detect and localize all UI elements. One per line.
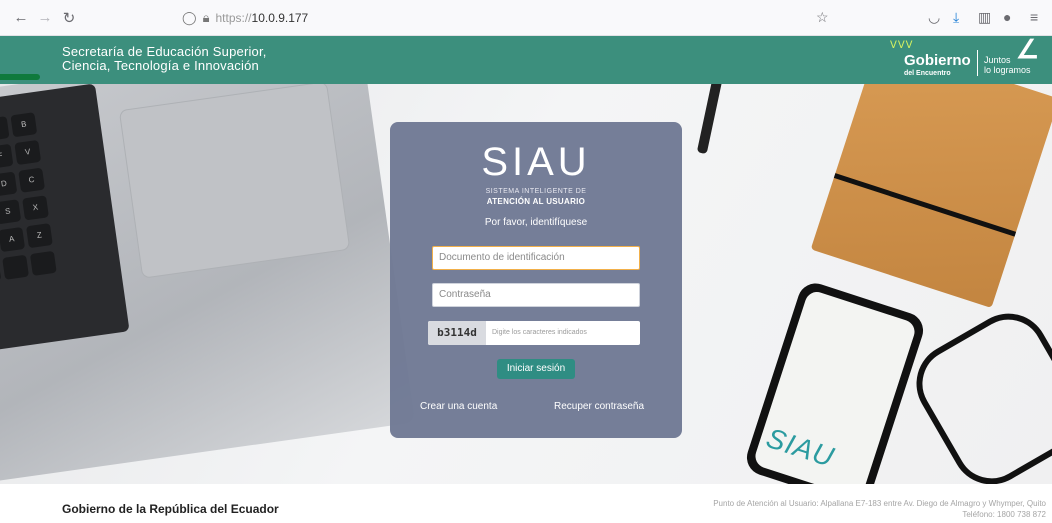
- captcha-input[interactable]: Digite los caracteres indicados: [490, 321, 638, 345]
- laptop-image: T G B R F V E D C W S X Q A Z: [0, 84, 416, 483]
- login-button[interactable]: Iniciar sesión: [497, 359, 575, 379]
- login-card: SIAU SISTEMA INTELIGENTE DE ATENCIÓN AL …: [390, 122, 682, 438]
- slash-icon: ∠: [1016, 34, 1040, 64]
- download-icon[interactable]: ⤓: [953, 9, 959, 26]
- pen-image: [696, 84, 724, 155]
- create-account-link[interactable]: Crear una cuenta: [420, 401, 497, 412]
- pocket-icon[interactable]: ◡: [928, 9, 940, 26]
- password-input[interactable]: Contraseña: [432, 283, 640, 307]
- footer-address-line1: Punto de Atención al Usuario: Alpallana …: [713, 499, 1046, 508]
- gov-tag-line2: lo logramos: [984, 65, 1031, 75]
- site-title-line2: Ciencia, Tecnología e Innovación: [62, 58, 259, 73]
- phone-logo-text: SIAU: [762, 421, 839, 473]
- header-swoosh: [0, 74, 40, 80]
- footer-title: Gobierno de la República del Ecuador: [62, 502, 279, 516]
- url-protocol: https://: [215, 11, 252, 25]
- address-bar[interactable]: ◯ 🔒︎ https://10.0.9.177: [182, 9, 308, 27]
- forward-icon[interactable]: →: [36, 9, 54, 26]
- site-header: Secretaría de Educación Superior, Cienci…: [0, 34, 1052, 84]
- stars-icon: ᐯᐯᐯ: [890, 40, 914, 51]
- site-title[interactable]: Secretaría de Educación Superior, Cienci…: [62, 45, 267, 73]
- logo-subtitle-line1: SISTEMA INTELIGENTE DE: [485, 188, 587, 195]
- footer-address-line2: Teléfono: 1800 738 872: [962, 510, 1046, 519]
- logo-subtitle-line2: ATENCIÓN AL USUARIO: [486, 197, 586, 206]
- reload-icon[interactable]: ↻: [60, 9, 78, 27]
- browser-toolbar: ← → ↻ ◯ 🔒︎ https://10.0.9.177 ☆ ◡ ⤓ ▥ ● …: [0, 0, 1052, 36]
- library-icon[interactable]: ▥: [978, 9, 991, 26]
- gov-logo-sub: del Encuentro: [904, 70, 951, 77]
- site-title-line1: Secretaría de Educación Superior,: [62, 44, 267, 59]
- siau-logo: SIAU: [481, 140, 591, 184]
- url-host: 10.0.9.177: [251, 11, 309, 25]
- government-logo[interactable]: ᐯᐯᐯ Gobierno del Encuentro Juntos lo log…: [884, 34, 1044, 80]
- glasses-image: [901, 299, 1052, 484]
- extension-icon[interactable]: ●: [1003, 9, 1011, 25]
- url-text[interactable]: https://10.0.9.177: [215, 11, 308, 25]
- notebook-image: [810, 84, 1052, 308]
- recover-password-link[interactable]: Recuper contraseña: [554, 401, 644, 412]
- menu-icon[interactable]: ≡: [1030, 9, 1038, 25]
- captcha-code: b3114d: [428, 321, 486, 345]
- site-footer: Gobierno de la República del Ecuador Pun…: [0, 484, 1052, 523]
- login-prompt: Por favor, identifíquese: [484, 217, 588, 228]
- lock-icon[interactable]: 🔒︎: [203, 10, 210, 26]
- document-id-input[interactable]: Documento de identificación: [432, 246, 640, 270]
- phone-image: SIAU: [742, 278, 928, 484]
- captcha-row: b3114d Digite los caracteres indicados: [428, 321, 640, 345]
- footer-address: Punto de Atención al Usuario: Alpallana …: [713, 498, 1046, 520]
- gov-logo-main: Gobierno: [904, 52, 971, 69]
- shield-icon[interactable]: ◯: [182, 10, 197, 26]
- back-icon[interactable]: ←: [12, 9, 30, 26]
- trackpad-image: [118, 84, 351, 279]
- star-icon[interactable]: ☆: [816, 9, 829, 26]
- gov-logo-divider: [977, 50, 978, 76]
